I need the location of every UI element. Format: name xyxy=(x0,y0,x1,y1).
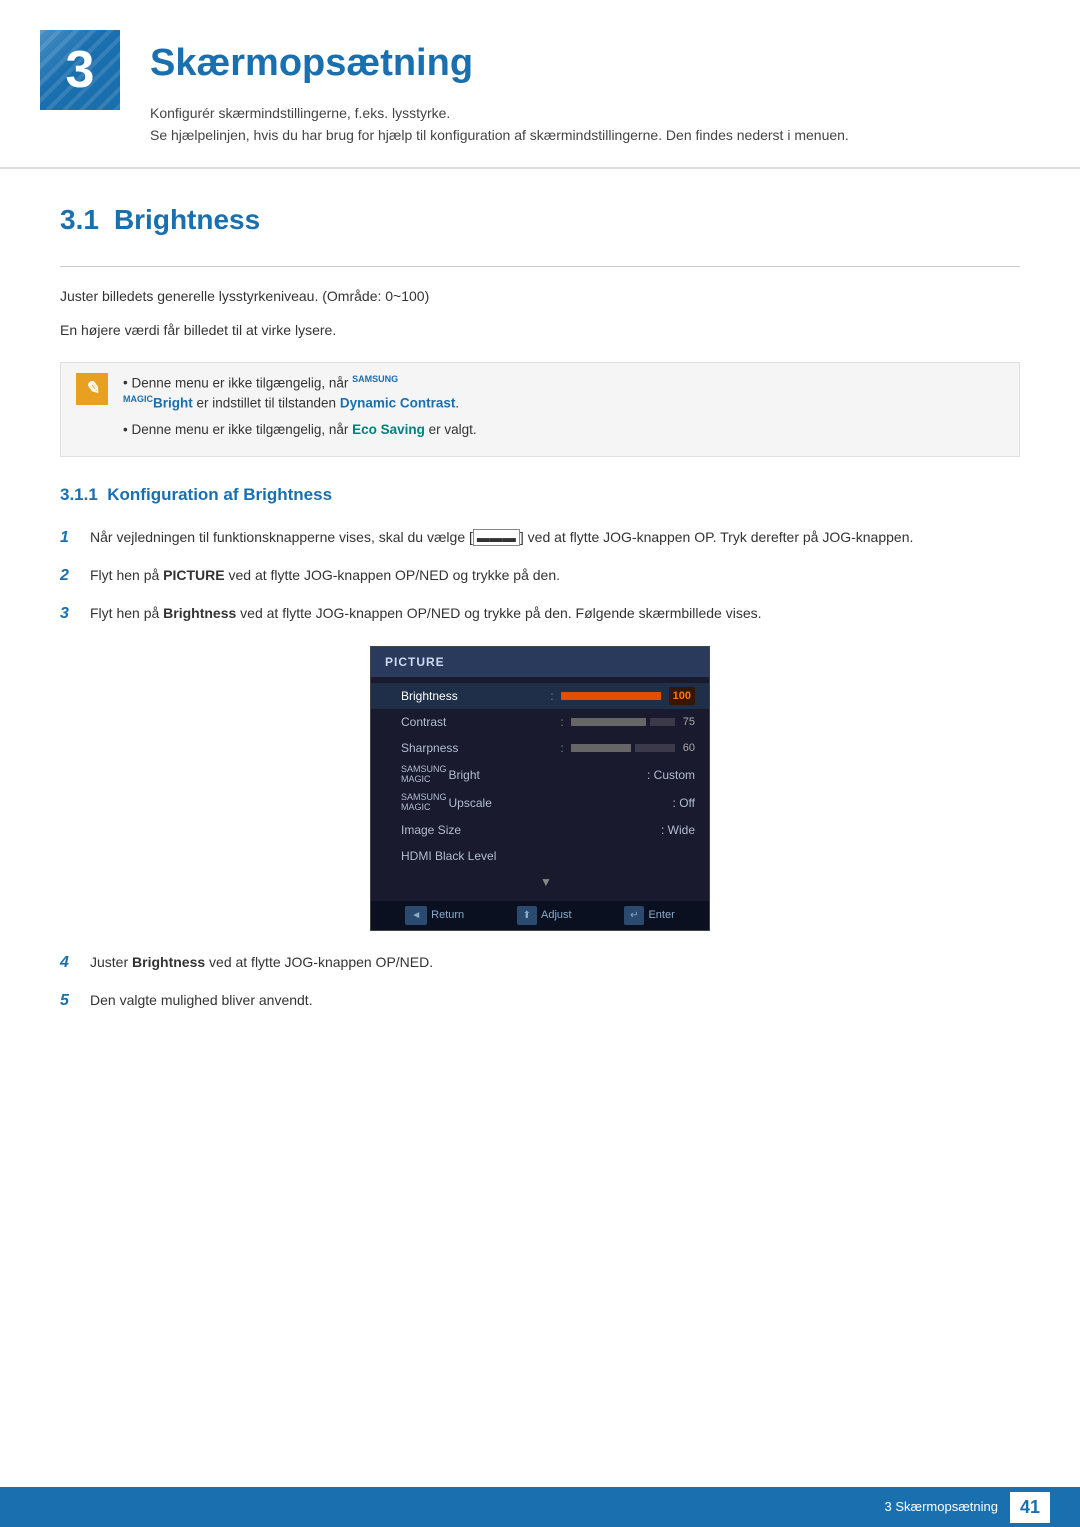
menu-label-hdmi: HDMI Black Level xyxy=(401,847,695,865)
subsection-311-title: 3.1.1 Konfiguration af Brightness xyxy=(60,482,1020,508)
note-item-1: Denne menu er ikke tilgængelig, når SAMS… xyxy=(123,373,1004,415)
chapter-title-block: Skærmopsætning Konfigurér skærmindstilli… xyxy=(150,30,1020,147)
step-2-bold: PICTURE xyxy=(163,567,224,583)
step-3: 3 Flyt hen på Brightness ved at flytte J… xyxy=(60,602,1020,626)
page-number: 41 xyxy=(1010,1492,1050,1523)
section-31-label: Brightness xyxy=(114,204,260,235)
return-label: Return xyxy=(431,907,464,924)
adjust-icon: ⬆ xyxy=(517,906,537,925)
bar-value-brightness: 100 xyxy=(669,687,695,706)
bar-empty-sharpness xyxy=(635,744,675,752)
menu-label-magic-bright: SAMSUNGMAGIC Bright xyxy=(401,765,647,785)
note-icon: ✎ xyxy=(76,373,108,405)
section-31-number: 3.1 xyxy=(60,204,99,235)
main-content: 3.1Brightness Juster billedets generelle… xyxy=(0,179,1080,1073)
note2-prefix: Denne menu er ikke tilgængelig, når xyxy=(131,422,352,437)
menu-label-sharpness: Sharpness xyxy=(401,739,560,757)
menu-row-contrast: Contrast : 75 xyxy=(371,709,709,735)
step-1: 1 Når vejledningen til funktionsknappern… xyxy=(60,526,1020,550)
step-3-number: 3 xyxy=(60,602,90,626)
step-5-number: 5 xyxy=(60,989,90,1013)
menu-value-image-size: : Wide xyxy=(661,821,695,839)
footer-btn-return: ◄ Return xyxy=(405,906,464,925)
menu-row-image-size: Image Size : Wide xyxy=(371,817,709,843)
note1-end: . xyxy=(455,396,459,411)
body-text-2: En højere værdi får billedet til at virk… xyxy=(60,319,1020,341)
step-2: 2 Flyt hen på PICTURE ved at flytte JOG-… xyxy=(60,564,1020,588)
bar-filled-contrast xyxy=(571,718,646,726)
menu-label-image-size: Image Size xyxy=(401,821,661,839)
chapter-desc-1: Konfigurér skærmindstillingerne, f.eks. … xyxy=(150,102,1020,124)
step-1-number: 1 xyxy=(60,526,90,550)
menu-value-magic-bright: : Custom xyxy=(647,766,695,784)
note2-eco: Eco Saving xyxy=(352,422,425,437)
note-content: Denne menu er ikke tilgængelig, når SAMS… xyxy=(123,373,1004,447)
chapter-number-box: 3 xyxy=(40,30,120,110)
chapter-desc-2: Se hjælpelinjen, hvis du har brug for hj… xyxy=(150,124,1020,146)
bar-value-contrast: 75 xyxy=(683,714,695,731)
step-2-number: 2 xyxy=(60,564,90,588)
footer-btn-adjust: ⬆ Adjust xyxy=(517,906,572,925)
footer-btn-enter: ↵ Enter xyxy=(624,906,675,925)
chapter-number: 3 xyxy=(66,31,95,109)
monitor-footer: ◄ Return ⬆ Adjust ↵ Enter xyxy=(371,901,709,930)
monitor-menu-body: Brightness : 100 Contrast : 75 xyxy=(371,677,709,899)
bar-value-sharpness: 60 xyxy=(683,740,695,757)
note2-suffix: er valgt. xyxy=(425,422,477,437)
bar-empty-contrast xyxy=(650,718,675,726)
return-icon: ◄ xyxy=(405,906,427,925)
step-4-bold: Brightness xyxy=(132,954,205,970)
note-item-2: Denne menu er ikke tilgængelig, når Eco … xyxy=(123,420,1004,440)
menu-row-hdmi: HDMI Black Level xyxy=(371,843,709,869)
enter-label: Enter xyxy=(648,907,674,924)
enter-icon: ↵ xyxy=(624,906,644,925)
menu-row-magic-bright: SAMSUNGMAGIC Bright : Custom xyxy=(371,761,709,789)
steps-list: 1 Når vejledningen til funktionsknappern… xyxy=(60,526,1020,626)
step-4: 4 Juster Brightness ved at flytte JOG-kn… xyxy=(60,951,1020,975)
note1-text-before: Denne menu er ikke tilgængelig, når xyxy=(131,375,352,390)
menu-label-brightness: Brightness xyxy=(401,687,550,705)
steps-list-2: 4 Juster Brightness ved at flytte JOG-kn… xyxy=(60,951,1020,1013)
down-arrow: ▼ xyxy=(540,873,552,891)
step-2-text: Flyt hen på PICTURE ved at flytte JOG-kn… xyxy=(90,564,1020,586)
monitor-menu-screenshot: PICTURE Brightness : 100 Contrast : xyxy=(370,646,710,931)
step-3-bold: Brightness xyxy=(163,605,236,621)
bar-filled-brightness xyxy=(561,692,661,700)
menu-row-brightness: Brightness : 100 xyxy=(371,683,709,710)
menu-row-magic-upscale: SAMSUNGMAGIC Upscale : Off xyxy=(371,789,709,817)
subsection-311-number: 3.1.1 xyxy=(60,485,98,504)
menu-row-sharpness: Sharpness : 60 xyxy=(371,735,709,761)
menu-label-magic-upscale: SAMSUNGMAGIC Upscale xyxy=(401,793,673,813)
subsection-311-label: Konfiguration af Brightness xyxy=(107,485,332,504)
menu-bar-sharpness: : 60 xyxy=(560,739,695,757)
section-31: 3.1Brightness Juster billedets generelle… xyxy=(60,199,1020,1013)
chapter-title: Skærmopsætning xyxy=(150,35,1020,92)
body-text-1: Juster billedets generelle lysstyrkenive… xyxy=(60,285,1020,307)
adjust-label: Adjust xyxy=(541,907,572,924)
menu-value-magic-upscale: : Off xyxy=(673,794,695,812)
step-4-text: Juster Brightness ved at flytte JOG-knap… xyxy=(90,951,1020,973)
note-box: ✎ Denne menu er ikke tilgængelig, når SA… xyxy=(60,362,1020,458)
step-5: 5 Den valgte mulighed bliver anvendt. xyxy=(60,989,1020,1013)
bar-filled-sharpness xyxy=(571,744,631,752)
step-1-text: Når vejledningen til funktionsknapperne … xyxy=(90,526,1020,549)
step-5-text: Den valgte mulighed bliver anvendt. xyxy=(90,989,1020,1011)
note1-suffix: er indstillet til tilstanden xyxy=(193,396,340,411)
note1-bright: Bright xyxy=(153,396,193,411)
divider xyxy=(60,266,1020,267)
section-31-title: 3.1 Brightness xyxy=(60,199,1020,246)
chapter-header: 3 Skærmopsætning Konfigurér skærmindstil… xyxy=(0,0,1080,169)
menu-label-contrast: Contrast xyxy=(401,713,560,731)
page-footer: 3 Skærmopsætning 41 xyxy=(0,1487,1080,1527)
menu-row-more: ▼ xyxy=(371,869,709,895)
note1-contrast: Dynamic Contrast xyxy=(340,396,456,411)
menu-bar-brightness: : 100 xyxy=(550,687,695,706)
page-footer-text: 3 Skærmopsætning xyxy=(885,1497,998,1517)
step-4-number: 4 xyxy=(60,951,90,975)
monitor-menu-title: PICTURE xyxy=(371,647,709,677)
menu-bar-contrast: : 75 xyxy=(560,713,695,731)
step-3-text: Flyt hen på Brightness ved at flytte JOG… xyxy=(90,602,1020,624)
